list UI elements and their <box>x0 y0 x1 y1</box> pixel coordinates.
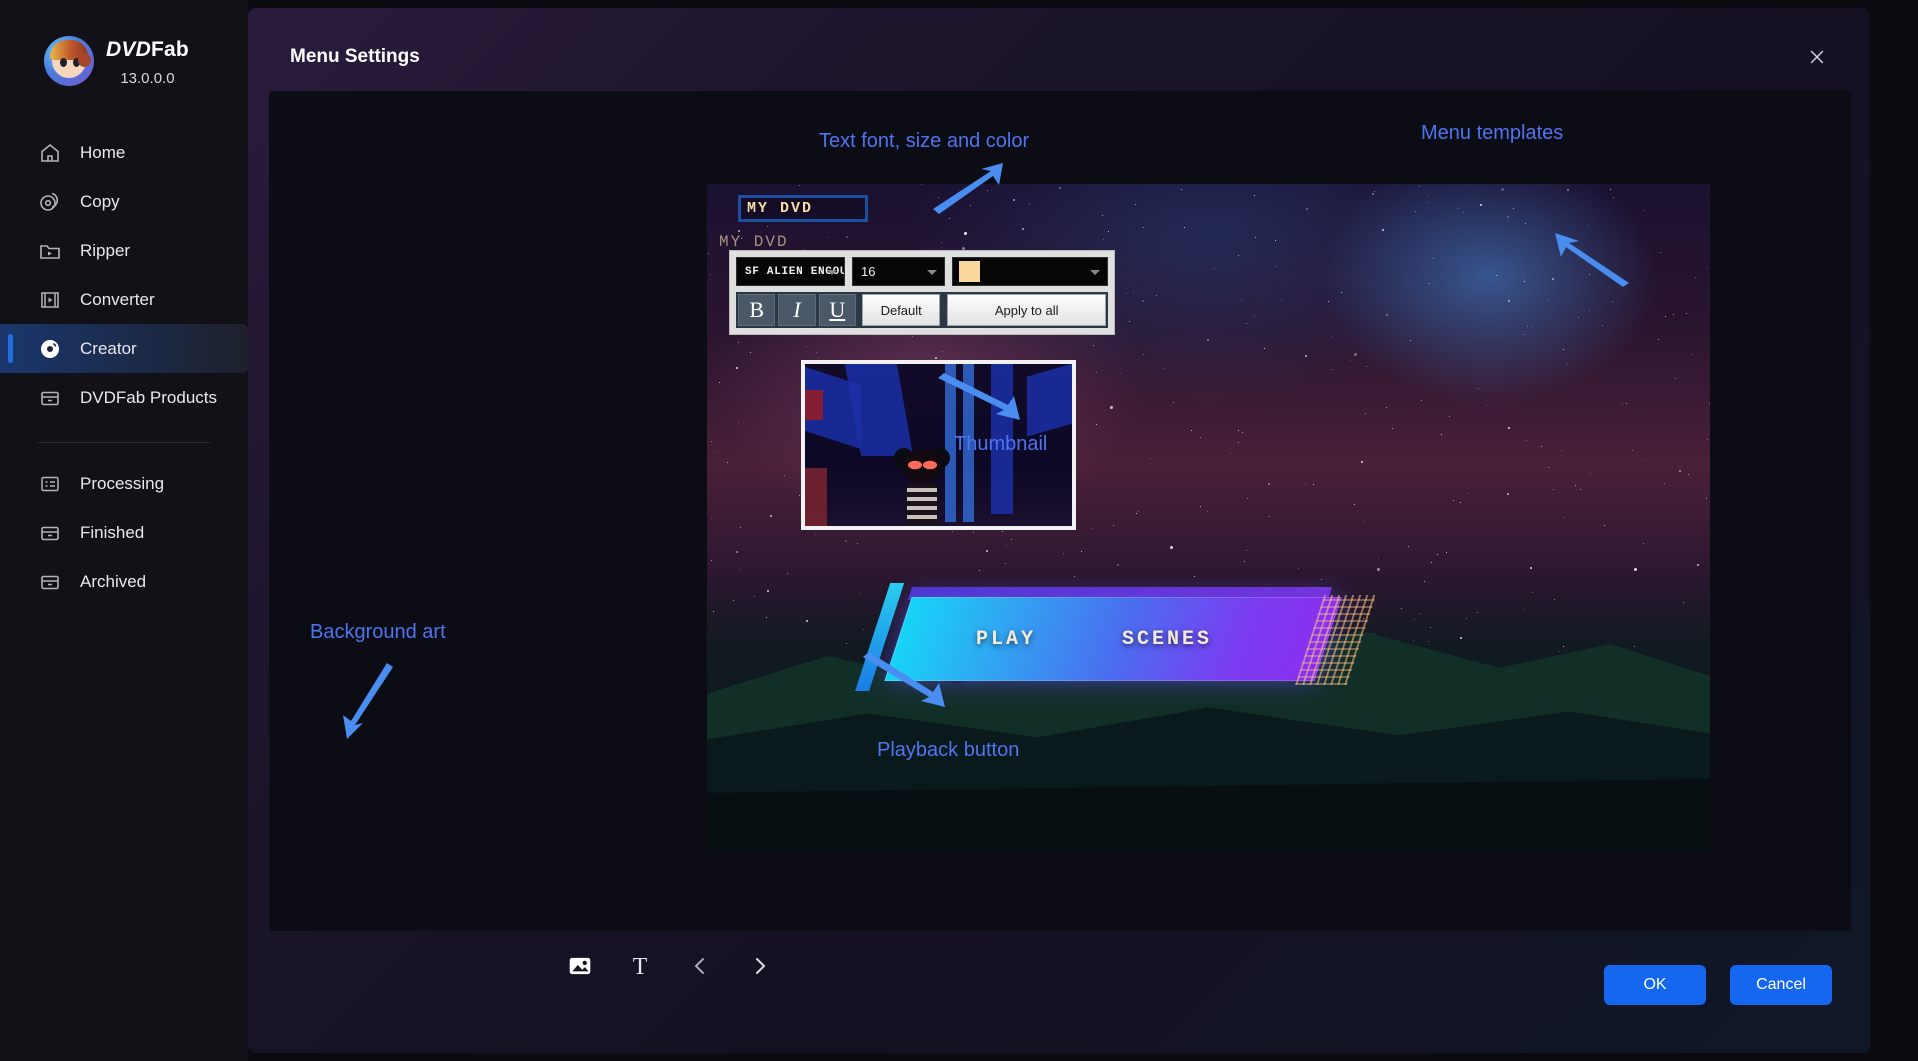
sidebar-item-converter[interactable]: Converter <box>0 275 248 324</box>
menu-settings-dialog: Menu Settings MY DVD MY DVD SF ALIEN ENC… <box>248 8 1870 1053</box>
sidebar-item-dvdfab-products[interactable]: DVDFab Products <box>0 373 248 422</box>
menu-title-text: MY DVD <box>747 200 814 217</box>
annotation-arrow-text-font <box>929 159 1009 214</box>
font-color-select[interactable] <box>952 257 1108 286</box>
app-version: 13.0.0.0 <box>120 70 175 87</box>
image-icon[interactable] <box>565 951 595 981</box>
home-icon <box>38 141 62 165</box>
archive-check-icon <box>38 521 62 545</box>
chevron-down-icon <box>827 270 837 275</box>
sidebar-nav: Home Copy Ripper Converter Creator DVDFa… <box>0 128 248 606</box>
text-t-icon[interactable]: T <box>625 951 655 981</box>
app-window: DVDFab 13.0.0.0 Home Copy Ripper Convert… <box>0 0 1918 1061</box>
cancel-button[interactable]: Cancel <box>1730 965 1832 1005</box>
chevron-down-icon <box>927 270 938 275</box>
folder-play-icon <box>38 239 62 263</box>
bold-button[interactable]: B <box>738 294 776 326</box>
disc-copy-icon <box>38 190 62 214</box>
chevron-right-icon[interactable] <box>745 951 775 981</box>
archive-box-icon <box>38 570 62 594</box>
annotation-arrow-background-art <box>341 663 401 743</box>
annotation-arrow-playback-button <box>859 651 947 713</box>
disc-creator-icon <box>38 337 62 361</box>
annotation-menu-templates: Menu templates <box>1421 122 1564 144</box>
menu-title-textbox[interactable]: MY DVD <box>738 195 868 222</box>
sidebar: DVDFab 13.0.0.0 Home Copy Ripper Convert… <box>0 0 248 1061</box>
sidebar-item-processing[interactable]: Processing <box>0 459 248 508</box>
annotation-arrow-thumbnail <box>934 370 1022 425</box>
svg-text:T: T <box>633 954 648 979</box>
canvas-toolbar: T <box>565 951 775 981</box>
brand-name: DVDFab <box>106 38 189 61</box>
sidebar-item-ripper[interactable]: Ripper <box>0 226 248 275</box>
scenes-button-label[interactable]: SCENES <box>1122 628 1212 651</box>
sidebar-item-archived[interactable]: Archived <box>0 557 248 606</box>
play-button-label[interactable]: PLAY <box>976 628 1036 651</box>
annotation-background-art: Background art <box>310 621 446 643</box>
sidebar-item-label: DVDFab Products <box>80 387 217 407</box>
default-button[interactable]: Default <box>861 294 941 326</box>
annotation-playback-button: Playback button <box>877 739 1020 761</box>
annotation-thumbnail: Thumbnail <box>954 433 1048 455</box>
sidebar-item-label: Home <box>80 142 126 162</box>
annotation-text-font: Text font, size and color <box>819 130 1030 152</box>
chevron-left-icon[interactable] <box>685 951 715 981</box>
list-task-icon <box>38 472 62 496</box>
dialog-title: Menu Settings <box>290 46 420 67</box>
sidebar-item-label: Ripper <box>80 240 131 260</box>
italic-button[interactable]: I <box>778 294 816 326</box>
thumbnail-character <box>891 444 953 526</box>
color-swatch <box>959 261 981 282</box>
dialog-footer: OK Cancel <box>1604 965 1832 1005</box>
sidebar-item-label: Archived <box>80 571 147 591</box>
sidebar-item-label: Copy <box>80 191 120 211</box>
sidebar-divider <box>38 442 210 443</box>
editor-panel: MY DVD MY DVD SF ALIEN ENCOU 16 B I U De… <box>269 91 1851 979</box>
film-strip-icon <box>38 288 62 312</box>
box-icon <box>38 386 62 410</box>
annotation-arrow-menu-templates <box>1547 227 1632 289</box>
sidebar-item-label: Creator <box>80 338 137 358</box>
close-icon[interactable] <box>1802 42 1832 72</box>
ok-button[interactable]: OK <box>1604 965 1706 1005</box>
font-size-value: 16 <box>861 264 876 279</box>
underline-button[interactable]: U <box>818 294 856 326</box>
sidebar-item-home[interactable]: Home <box>0 128 248 177</box>
brand-logo-block: DVDFab 13.0.0.0 <box>44 36 189 87</box>
sidebar-item-finished[interactable]: Finished <box>0 508 248 557</box>
font-size-select[interactable]: 16 <box>852 257 946 286</box>
font-family-select[interactable]: SF ALIEN ENCOU <box>736 257 845 286</box>
menu-title-ghost-text: MY DVD <box>719 233 789 251</box>
sidebar-item-creator[interactable]: Creator <box>0 324 248 373</box>
sidebar-item-label: Converter <box>80 289 155 309</box>
sidebar-item-label: Processing <box>80 473 165 493</box>
sidebar-item-copy[interactable]: Copy <box>0 177 248 226</box>
playback-bar-labels: PLAY SCENES <box>898 597 1328 681</box>
chevron-down-icon <box>1090 270 1100 275</box>
dvdfab-mascot-logo <box>44 36 94 86</box>
apply-to-all-button[interactable]: Apply to all <box>947 294 1106 326</box>
sidebar-item-label: Finished <box>80 522 145 542</box>
text-format-toolbar: SF ALIEN ENCOU 16 B I U Default Apply to… <box>729 250 1115 335</box>
